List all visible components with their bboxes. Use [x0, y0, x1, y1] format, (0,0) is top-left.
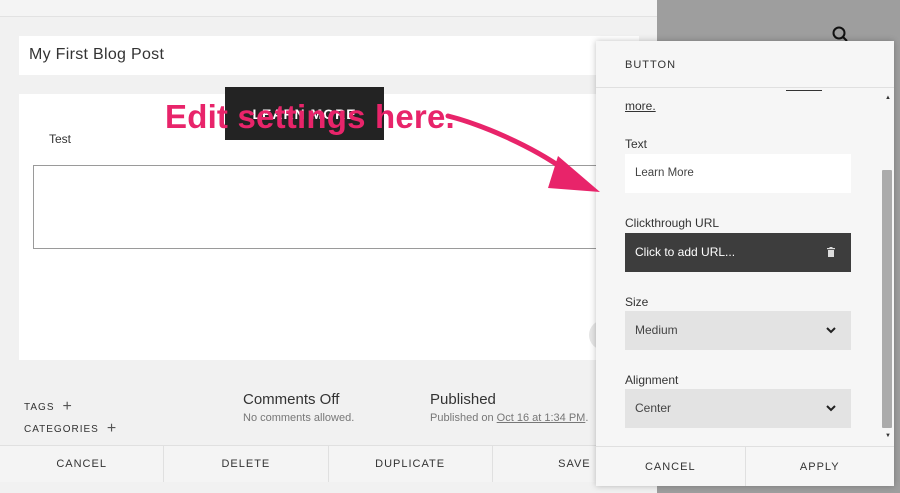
body-text: Test [49, 132, 72, 146]
chevron-down-icon [826, 405, 836, 412]
panel-scroll-area[interactable]: more. Text Learn More Clickthrough URL C… [596, 89, 894, 446]
cancel-button[interactable]: CANCEL [0, 446, 165, 482]
search-icon[interactable] [832, 26, 848, 42]
taxonomy-section: TAGS + CATEGORIES + [24, 396, 117, 440]
editor-bottom-strip [0, 482, 657, 493]
add-category-plus-icon[interactable]: + [107, 421, 117, 437]
post-title-field[interactable]: My First Blog Post [19, 36, 639, 75]
url-label: Clickthrough URL [625, 216, 720, 230]
comments-title: Comments Off [243, 391, 340, 408]
size-label: Size [625, 295, 649, 309]
panel-cancel-button[interactable]: CANCEL [596, 447, 746, 486]
tags-row[interactable]: TAGS + [24, 396, 117, 418]
button-text-input[interactable]: Learn More [625, 154, 851, 193]
duplicate-button[interactable]: DUPLICATE [329, 446, 493, 482]
published-suffix: . [585, 412, 589, 424]
trash-icon[interactable] [825, 246, 837, 258]
panel-footer: CANCEL APPLY [596, 446, 894, 486]
panel-title: BUTTON [625, 59, 677, 71]
tags-label: TAGS [24, 401, 55, 413]
delete-button[interactable]: DELETE [164, 446, 329, 482]
button-settings-panel: BUTTON more. Text Learn More Clickthroug… [596, 41, 894, 486]
annotation-text: Edit settings here. [165, 98, 455, 135]
scroll-up-arrow-icon[interactable]: ▲ [885, 95, 891, 101]
url-placeholder: Click to add URL... [635, 245, 736, 259]
published-title: Published [430, 391, 496, 408]
clickthrough-url-field[interactable]: Click to add URL... [625, 233, 851, 272]
published-date-link[interactable]: Oct 16 at 1:34 PM [497, 412, 586, 424]
alignment-select[interactable]: Center [625, 389, 851, 428]
previous-link-underline [786, 89, 822, 91]
published-prefix: Published on [430, 412, 497, 424]
size-value: Medium [635, 323, 678, 337]
panel-header: BUTTON [596, 41, 894, 88]
size-select[interactable]: Medium [625, 311, 851, 350]
text-label: Text [625, 137, 648, 151]
more-link[interactable]: more. [625, 99, 656, 113]
scroll-down-arrow-icon[interactable]: ▼ [885, 433, 891, 439]
panel-scrollbar[interactable]: ▲ ▼ [880, 89, 894, 446]
blog-editor: My First Blog Post Test LEARN MORE TAGS … [0, 0, 657, 493]
annotation-arrow-icon [445, 113, 600, 192]
comments-sub: No comments allowed. [243, 412, 355, 424]
scroll-thumb[interactable] [882, 170, 892, 428]
alignment-label: Alignment [625, 373, 679, 387]
top-strip [0, 0, 657, 17]
categories-label: CATEGORIES [24, 423, 99, 435]
categories-row[interactable]: CATEGORIES + [24, 418, 117, 440]
published-sub: Published on Oct 16 at 1:34 PM. [430, 412, 588, 424]
editor-footer: CANCEL DELETE DUPLICATE SAVE [0, 445, 657, 482]
apply-button[interactable]: APPLY [746, 447, 895, 486]
chevron-down-icon [826, 327, 836, 334]
post-title-text: My First Blog Post [29, 46, 165, 63]
comments-status[interactable]: Comments Off No comments allowed. [243, 391, 354, 424]
publish-status[interactable]: Published Published on Oct 16 at 1:34 PM… [430, 391, 588, 424]
add-tag-plus-icon[interactable]: + [62, 399, 72, 415]
alignment-value: Center [635, 401, 672, 415]
